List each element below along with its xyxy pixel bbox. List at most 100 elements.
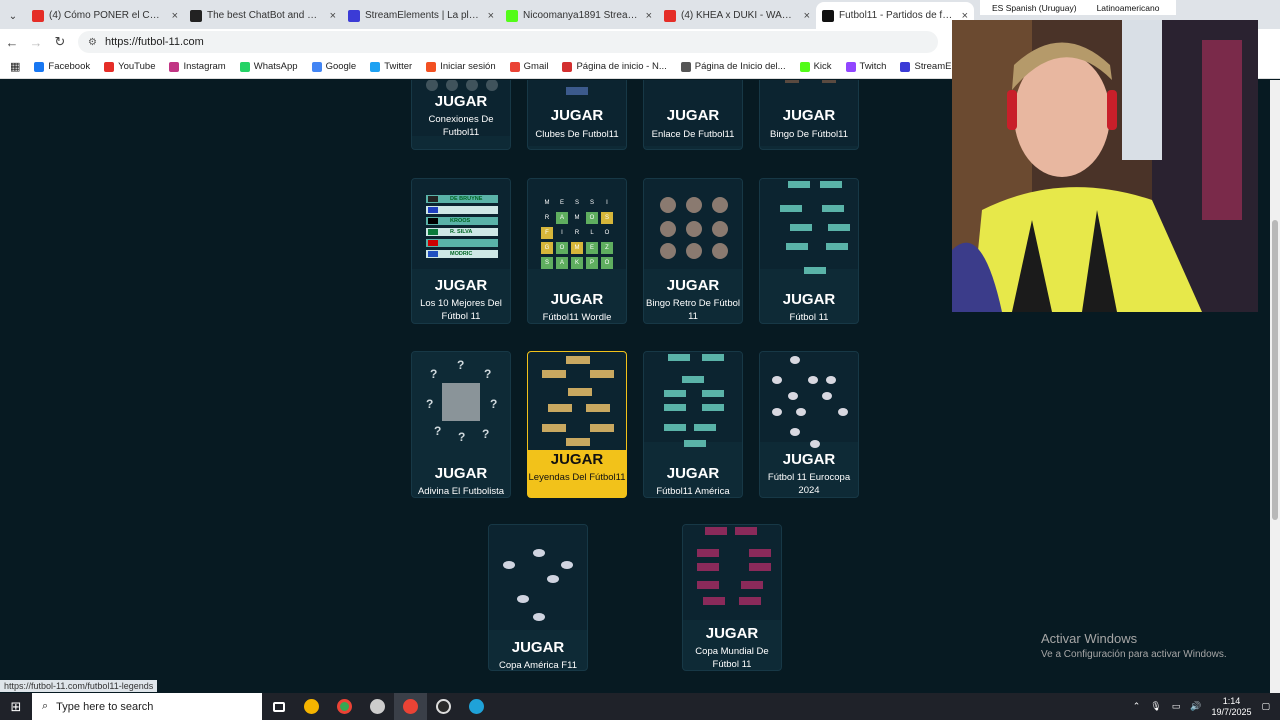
browser-tab[interactable]: The best ChatBot and Widgets × [184, 2, 342, 29]
start-button[interactable]: ⊞ [0, 699, 32, 715]
chrome-icon[interactable] [328, 693, 361, 720]
game-card[interactable]: JUGAR Bingo Retro De Fútbol 11 [643, 178, 743, 324]
player-photo [712, 221, 728, 237]
microphone-icon[interactable]: 🎙 [1150, 701, 1161, 712]
url-field[interactable]: ⚙ https://futbol-11.com [78, 31, 938, 53]
keyboard-layout-label: Latinoamericano [1096, 2, 1160, 13]
reload-button[interactable]: ↻ [48, 34, 72, 50]
obs-icon[interactable] [295, 693, 328, 720]
player-name: MODRIC [450, 251, 473, 257]
question-mark-icon: ? [430, 367, 438, 381]
browser-tab[interactable]: Nicoomanya1891 Stream - We × [500, 2, 658, 29]
bookmark-item[interactable]: Facebook [34, 61, 90, 72]
back-button[interactable]: ← [0, 35, 24, 50]
task-view-icon[interactable] [262, 693, 295, 720]
browser-tab[interactable]: Futbol11 - Partidos de fútbol d× [816, 2, 974, 29]
close-icon[interactable]: × [804, 10, 810, 22]
player-slot [568, 388, 592, 396]
chevron-up-icon[interactable]: ⌃ [1133, 701, 1141, 712]
game-title: Conexiones De Futbol11 [428, 114, 494, 138]
game-card[interactable]: JUGAR Fútbol11 América [643, 351, 743, 498]
close-icon[interactable]: × [488, 10, 494, 22]
obs-studio-icon[interactable] [427, 693, 460, 720]
close-icon[interactable]: × [330, 10, 336, 22]
tab-search-button[interactable]: ⌄ [0, 3, 26, 29]
search-placeholder: Type here to search [56, 700, 154, 713]
player-slot [548, 404, 572, 412]
search-icon: ⌕ [42, 700, 49, 712]
chrome-active-icon[interactable] [394, 693, 427, 720]
player-slot [664, 390, 686, 397]
game-card[interactable]: JUGAR Leyendas Del Fútbol11 [527, 351, 627, 498]
game-card[interactable]: JUGAR Clubes De Futbol11 [527, 80, 627, 150]
game-title: Fútbol11 América [656, 486, 730, 497]
game-card[interactable]: JUGAR Fútbol 11 [759, 178, 859, 324]
game-card[interactable]: ???????? JUGAR Adivina El Futbolista [411, 351, 511, 498]
flag-icon [428, 240, 438, 246]
apps-icon[interactable]: ▦ [10, 60, 20, 73]
clock-date: 19/7/2025 [1211, 706, 1252, 717]
scrollbar-thumb[interactable] [1272, 220, 1278, 520]
notifications-icon[interactable]: ▢ [1261, 701, 1270, 712]
game-card[interactable]: JUGAR Copa América F11 [488, 524, 588, 671]
player-slot [682, 376, 704, 383]
game-card[interactable]: JUGAR Fútbol 11 Eurocopa 2024 [759, 351, 859, 498]
flag-icon [547, 575, 559, 583]
bookmark-item[interactable]: Google [311, 61, 356, 72]
edge-icon[interactable] [460, 693, 493, 720]
game-card[interactable]: DE BRUYNE KROOS R. SILVA MODRIC JUGAR Los 10 … [411, 178, 511, 324]
wordle-tile: G [541, 242, 553, 254]
question-mark-icon: ? [434, 424, 442, 438]
network-icon[interactable]: ▭ [1172, 701, 1181, 712]
bookmark-item[interactable]: YouTube [104, 61, 155, 72]
taskbar-search[interactable]: ⌕ Type here to search [32, 693, 262, 720]
flag-icon [772, 408, 782, 416]
game-card[interactable]: JUGAR Conexiones De Futbol11 [411, 80, 511, 150]
page-scrollbar[interactable] [1270, 80, 1280, 693]
wordle-tile: L [586, 227, 598, 239]
wordle-tile: E [556, 197, 568, 209]
bookmark-item[interactable]: Twitch [845, 61, 886, 72]
player-photo [686, 243, 702, 259]
site-info-icon[interactable]: ⚙ [88, 37, 97, 48]
wordle-tile: F [541, 227, 553, 239]
flag-icon [428, 218, 438, 224]
bookmark-item[interactable]: Twitter [370, 61, 412, 72]
game-card[interactable]: DIASBRUNOHAVERTZJUGAREnlace De Futbol11 [643, 80, 743, 150]
bookmark-item[interactable]: Página de inicio - N... [562, 61, 667, 72]
bookmark-item[interactable]: Gmail [509, 61, 548, 72]
player-slot [566, 438, 590, 446]
clock[interactable]: 1:14 19/7/2025 [1211, 696, 1251, 718]
bookmark-item[interactable]: Instagram [169, 61, 226, 72]
question-mark-icon: ? [484, 367, 492, 381]
close-icon[interactable]: × [646, 10, 652, 22]
player-slot [788, 181, 810, 188]
wordle-tile: R [571, 227, 583, 239]
preview-shape [785, 80, 799, 83]
wordle-tile: P [586, 257, 598, 269]
wordle-tile: S [601, 212, 613, 224]
game-card[interactable]: JUGAR Bingo De Fútbol11 [759, 80, 859, 150]
player-slot [735, 527, 757, 535]
bookmark-item[interactable]: Iniciar sesión [426, 61, 496, 72]
forward-button[interactable]: → [24, 35, 48, 50]
wordle-tile: A [556, 257, 568, 269]
wordle-tile: K [571, 257, 583, 269]
bookmark-favicon-icon [311, 61, 322, 72]
bookmark-item[interactable]: WhatsApp [239, 61, 298, 72]
game-card[interactable]: JUGAR Copa Mundial De Fútbol 11 [682, 524, 782, 671]
wordle-tile: S [586, 197, 598, 209]
bookmark-item[interactable]: Kick [799, 61, 832, 72]
volume-icon[interactable]: 🔊 [1190, 701, 1201, 712]
game-preview-image [644, 352, 742, 447]
browser-tab[interactable]: StreamElements | La plataforma × [342, 2, 500, 29]
flag-icon [561, 561, 573, 569]
tab-title: (4) KHEA x DUKI - WACHA [681, 10, 799, 21]
browser-tab[interactable]: (4) KHEA x DUKI - WACHA × [658, 2, 816, 29]
bookmark-item[interactable]: Página de Inicio del... [680, 61, 786, 72]
settings-icon[interactable] [361, 693, 394, 720]
language-indicator[interactable]: ES Spanish (Uruguay) Latinoamericano [980, 0, 1176, 15]
browser-tab[interactable]: (4) Cómo PONER el CHAT de K × [26, 2, 184, 29]
close-icon[interactable]: × [172, 10, 178, 22]
game-card[interactable]: M E S S I R A M O S F I R L O G O M E Z S A K P O JUGAR Fútbol11 W… [527, 178, 627, 324]
